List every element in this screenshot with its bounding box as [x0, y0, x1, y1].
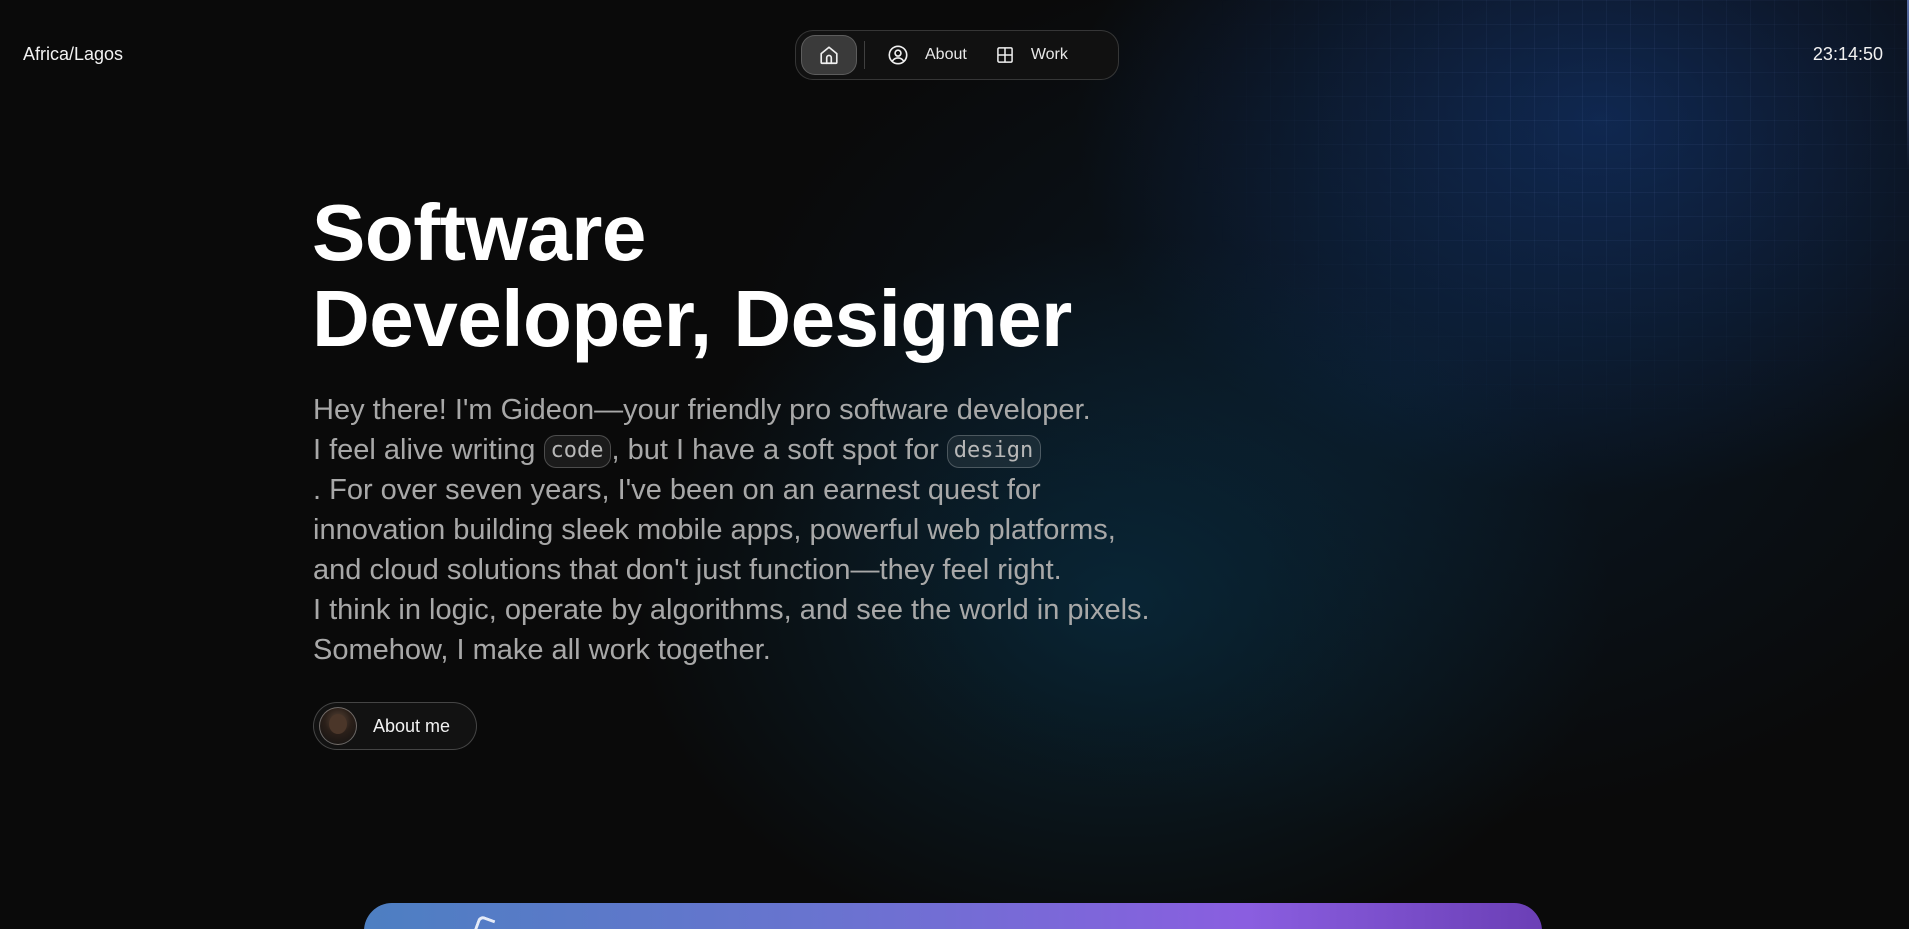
- featured-project-card[interactable]: [364, 903, 1542, 929]
- current-time: 23:14:50: [1812, 44, 1883, 64]
- design-chip: design: [946, 435, 1042, 468]
- nav-about-button[interactable]: About: [873, 35, 981, 75]
- code-chip: code: [543, 435, 612, 468]
- intro-line-5: and cloud solutions that don't just func…: [313, 554, 1062, 586]
- about-me-button[interactable]: About me: [313, 702, 477, 750]
- timezone-label: Africa/Lagos: [23, 44, 124, 64]
- intro-line-2-middle: , but I have a soft spot for: [611, 434, 947, 466]
- intro-line-7: Somehow, I make all work together.: [313, 634, 771, 666]
- nav-work-button[interactable]: Work: [981, 35, 1082, 75]
- intro-line-2: I feel alive writing code, but I have a …: [313, 430, 1293, 470]
- user-circle-icon: [888, 45, 908, 65]
- card-logo-icon: [473, 914, 496, 929]
- nav-home-button[interactable]: [801, 35, 857, 75]
- intro-line-4: innovation building sleek mobile apps, p…: [313, 514, 1116, 546]
- intro-paragraph: Hey there! I'm Gideon—your friendly pro …: [313, 390, 1293, 670]
- intro-line-6: I think in logic, operate by algorithms,…: [313, 594, 1150, 626]
- intro-line-3: . For over seven years, I've been on an …: [313, 474, 1041, 506]
- nav-work-label: Work: [1030, 46, 1068, 63]
- grid-icon: [996, 47, 1013, 63]
- main-navigation: About Work: [795, 30, 1119, 80]
- nav-divider: [864, 41, 865, 69]
- home-icon: [820, 46, 838, 65]
- intro-line-2-start: I feel alive writing: [313, 434, 544, 466]
- hero-title-line-1: Software: [312, 188, 646, 277]
- hero-title: Software Developer, Designer: [312, 190, 1072, 362]
- about-me-label: About me: [373, 715, 451, 736]
- intro-line-1: Hey there! I'm Gideon—your friendly pro …: [313, 394, 1091, 426]
- hero-title-line-2: Developer, Designer: [312, 274, 1072, 363]
- nav-about-label: About: [925, 46, 967, 63]
- avatar: [319, 707, 357, 745]
